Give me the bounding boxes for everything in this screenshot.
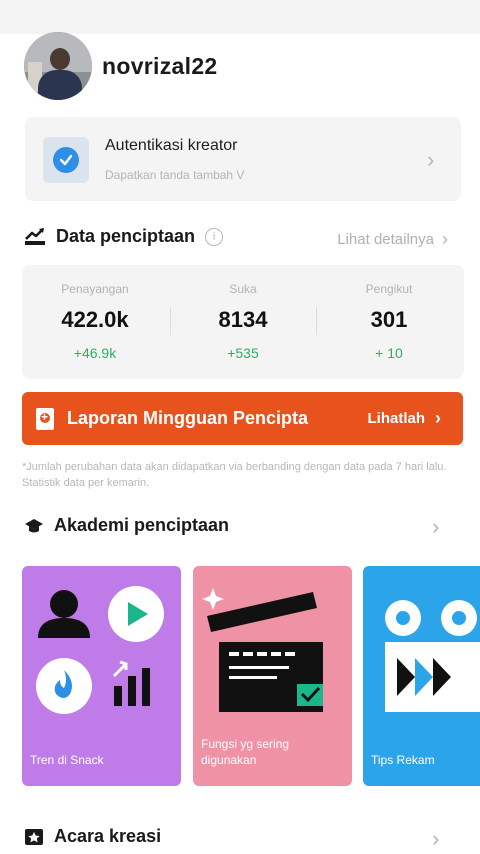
- stat-value: 422.0k: [61, 307, 129, 332]
- profile-header[interactable]: novrizal22: [24, 32, 218, 100]
- chevron-right-icon[interactable]: ›: [432, 828, 439, 850]
- auth-subtitle: Dapatkan tanda tambah V: [105, 168, 245, 182]
- academy-card-recording[interactable]: Tips Rekam: [363, 566, 480, 786]
- weekly-report-banner[interactable]: Laporan Mingguan Pencipta Lihatlah ›: [22, 392, 463, 445]
- creator-auth-card[interactable]: Autentikasi kreator Dapatkan tanda tamba…: [25, 117, 461, 201]
- status-bar-area: [0, 0, 480, 34]
- stat-value: 8134: [218, 307, 268, 332]
- username: novrizal22: [102, 52, 218, 79]
- auth-title: Autentikasi kreator: [105, 137, 238, 154]
- check-circle-icon: [53, 147, 79, 173]
- stat-label: Suka: [229, 282, 257, 296]
- card-label: Tips Rekam: [371, 753, 435, 767]
- document-icon: [36, 407, 54, 430]
- academy-section-header[interactable]: Akademi penciptaan: [24, 515, 229, 536]
- view-details-link[interactable]: Lihat detailnya ›: [337, 229, 448, 250]
- stat-views[interactable]: Penayangan 422.0k +46.9k: [22, 265, 168, 379]
- report-view-label: Lihatlah: [367, 410, 425, 427]
- info-icon[interactable]: i: [205, 227, 224, 246]
- academy-title: Akademi penciptaan: [54, 515, 230, 535]
- avatar[interactable]: [24, 32, 92, 100]
- chevron-right-icon[interactable]: ›: [432, 516, 439, 538]
- stats-panel[interactable]: Penayangan 422.0k +46.9k Suka 8134 +535 …: [22, 265, 464, 379]
- events-title: Acara kreasi: [54, 826, 162, 846]
- view-details-label: Lihat detailnya: [337, 231, 434, 248]
- report-view-button[interactable]: Lihatlah ›: [367, 408, 441, 429]
- stat-change: +535: [227, 345, 259, 361]
- data-footnote: *Jumlah perubahan data akan didapatkan v…: [22, 461, 447, 489]
- academy-cards: Tren di Snack Fungsi yg sering digunakan: [22, 566, 480, 786]
- card-label: Tren di Snack: [30, 753, 104, 767]
- graduation-cap-icon: [25, 518, 43, 532]
- trend-illustration-icon: [36, 586, 164, 714]
- stat-change: + 10: [375, 345, 403, 361]
- stat-value: 301: [370, 307, 408, 332]
- star-ticket-icon: [25, 828, 43, 845]
- stat-label: Pengikut: [365, 282, 413, 296]
- trend-chart-icon: [25, 227, 45, 245]
- stat-likes[interactable]: Suka 8134 +535: [170, 265, 316, 379]
- clapperboard-icon: [202, 588, 323, 712]
- stat-followers[interactable]: Pengikut 301 + 10: [316, 265, 462, 379]
- chevron-right-icon: ›: [427, 147, 435, 172]
- card-label: Fungsi yg sering digunakan: [201, 737, 290, 767]
- academy-card-trends[interactable]: Tren di Snack: [22, 566, 181, 786]
- chevron-right-icon: ›: [435, 408, 441, 428]
- academy-card-features[interactable]: Fungsi yg sering digunakan: [193, 566, 352, 786]
- film-camera-icon: [385, 600, 480, 712]
- stat-label: Penayangan: [61, 282, 129, 296]
- stat-change: +46.9k: [73, 345, 117, 361]
- data-section-header: Data penciptaan i: [24, 226, 224, 247]
- auth-icon-box: [43, 137, 89, 183]
- chevron-right-icon: ›: [442, 229, 448, 249]
- events-section-header[interactable]: Acara kreasi: [24, 826, 161, 847]
- data-section-title: Data penciptaan: [56, 226, 196, 246]
- report-title: Laporan Mingguan Pencipta: [67, 408, 309, 428]
